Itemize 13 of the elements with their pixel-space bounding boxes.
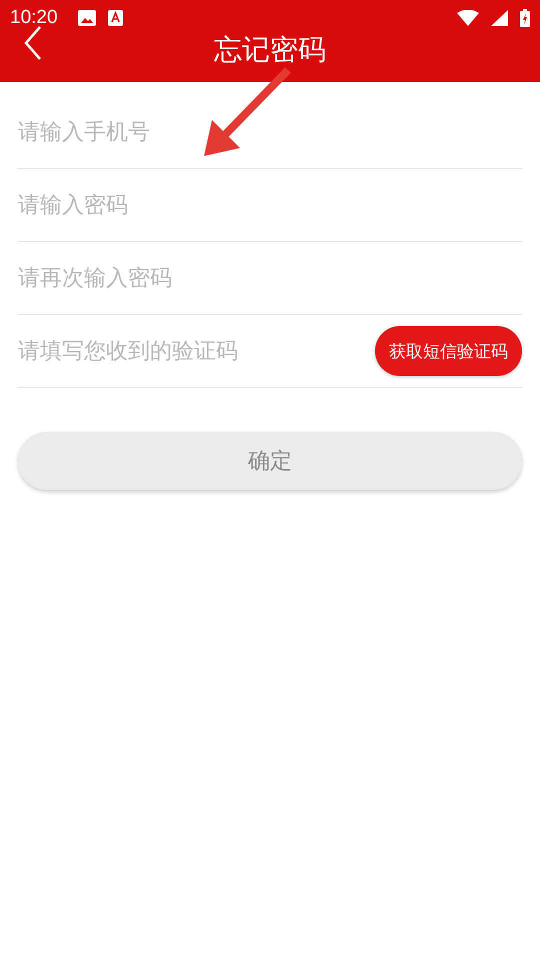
input-field[interactable]: 请输入手机号 [18, 120, 522, 144]
signal-icon [491, 10, 508, 26]
wifi-icon [457, 10, 479, 26]
get-code-button[interactable]: 获取短信验证码 [375, 326, 522, 376]
status-time: 10:20 [10, 7, 58, 29]
image-icon [78, 10, 96, 26]
input-field[interactable]: 请输入密码 [18, 192, 522, 218]
input-field[interactable]: 请填写您收到的验证码 [18, 338, 375, 364]
input-field[interactable]: 请再次输入密码 [18, 266, 522, 290]
battery-icon [520, 9, 530, 27]
font-icon [108, 10, 123, 26]
page-title: 忘记密码 [214, 32, 326, 68]
back-icon[interactable] [24, 26, 42, 60]
